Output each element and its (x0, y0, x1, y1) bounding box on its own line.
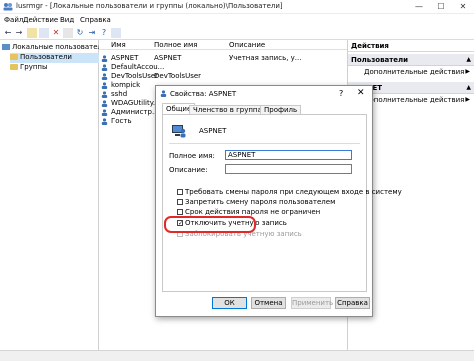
user-name: sshd (111, 90, 128, 98)
folder-up-icon[interactable] (27, 28, 37, 38)
actions-title: Действия (348, 40, 474, 52)
table-row[interactable]: DevToolsUser DevToolsUser (99, 72, 347, 81)
minimize-button[interactable]: — (408, 0, 430, 14)
checkbox-box[interactable] (177, 189, 183, 195)
column-description[interactable]: Описание (229, 41, 265, 49)
user-name: Гость (111, 117, 132, 125)
menu-view[interactable]: Вид (60, 16, 74, 24)
checkbox-label: Запретить смену пароля пользователем (185, 198, 336, 206)
user-icon (101, 55, 108, 62)
user-name: Администр... (111, 108, 159, 116)
user-name: ASPNET (111, 54, 139, 62)
description-label: Описание: (169, 166, 208, 174)
menu-bar: Файл Действие Вид Справка (0, 14, 474, 26)
tree-root-label: Локальные пользователи и гр (12, 43, 99, 51)
tree-item-groups[interactable]: Группы (10, 63, 99, 73)
user-icon (101, 73, 108, 80)
user-icon (160, 90, 167, 97)
refresh-icon[interactable]: ↻ (75, 28, 85, 38)
table-row[interactable]: DefaultAccou... (99, 63, 347, 72)
forward-icon[interactable]: → (14, 28, 24, 38)
list-header: Имя Полное имя Описание (99, 40, 347, 50)
account-name: ASPNET (199, 127, 227, 135)
menu-help[interactable]: Справка (80, 16, 111, 24)
actions-section-users-label: Пользователи (351, 56, 409, 64)
fullname-label: Полное имя: (169, 152, 215, 160)
user-name: kompick (111, 81, 141, 89)
toolbar: ← → ✕ ↻ ⇥ ? (0, 26, 474, 40)
divider (169, 143, 360, 144)
dialog-title-bar: Свойства: ASPNET ? ✕ (156, 86, 372, 101)
export-icon[interactable]: ⇥ (87, 28, 97, 38)
user-description: Учетная запись, у... (229, 54, 302, 62)
expand-right-icon[interactable]: ▶ (465, 96, 470, 103)
user-icon (101, 64, 108, 71)
tree-item-groups-label: Группы (20, 63, 48, 71)
cancel-button[interactable]: Отмена (251, 297, 286, 309)
user-name: DevToolsUser (111, 72, 159, 80)
user-name: DefaultAccou... (111, 63, 165, 71)
menu-action[interactable]: Действие (23, 16, 58, 24)
checkbox-require-password-change[interactable]: Требовать смены пароля при следующем вхо… (177, 188, 402, 197)
fullname-field[interactable]: ASPNET (225, 150, 352, 160)
user-fullname: DevToolsUser (154, 72, 202, 80)
folder-icon (10, 64, 18, 70)
user-icon (101, 100, 108, 107)
collapse-icon[interactable]: ▲ (466, 82, 471, 94)
user-icon (101, 82, 108, 89)
close-button[interactable]: ✕ (452, 0, 474, 14)
user-icon (101, 118, 108, 125)
checkbox-prevent-password-change[interactable]: Запретить смену пароля пользователем (177, 198, 335, 207)
properties-dialog: Свойства: ASPNET ? ✕ Общие Членство в гр… (155, 85, 402, 317)
column-fullname[interactable]: Полное имя (154, 41, 197, 49)
highlight-ring (164, 216, 256, 233)
title-bar: lusrmgr - [Локальные пользователи и груп… (0, 0, 474, 14)
folder-icon (10, 54, 18, 60)
delete-icon[interactable]: ✕ (51, 28, 61, 38)
expand-right-icon[interactable]: ▶ (465, 68, 470, 75)
tree-item-users[interactable]: Пользователи (10, 53, 99, 63)
user-icon (101, 109, 108, 116)
ok-button[interactable]: ОК (212, 297, 247, 309)
dialog-help-text-button[interactable]: Справка (335, 297, 370, 309)
actions-section-users[interactable]: Пользователи ▲ (348, 54, 474, 66)
maximize-button[interactable]: ☐ (430, 0, 452, 14)
checkbox-label: Требовать смены пароля при следующем вхо… (185, 188, 402, 196)
dialog-help-button[interactable]: ? (339, 89, 343, 98)
checkbox-box[interactable] (177, 199, 183, 205)
back-icon[interactable]: ← (3, 28, 13, 38)
general-tab-pane: ASPNET Полное имя: ASPNET Описание: Треб… (162, 114, 402, 292)
tree-root[interactable]: Локальные пользователи и гр (2, 43, 99, 53)
dialog-title: Свойства: ASPNET (170, 90, 237, 98)
computer-users-icon (2, 44, 10, 50)
action-more-users[interactable]: Дополнительные действия (364, 68, 464, 76)
help-icon[interactable]: ? (99, 28, 109, 38)
show-tree-icon[interactable] (39, 28, 49, 38)
tree-item-users-label: Пользователи (20, 53, 72, 61)
user-fullname: ASPNET (154, 54, 182, 62)
table-row[interactable]: ASPNET ASPNET Учетная запись, у... (99, 54, 347, 63)
checkbox-label: Срок действия пароля не ограничен (185, 208, 321, 216)
checkbox-box[interactable] (177, 209, 183, 215)
description-field[interactable] (225, 164, 352, 174)
status-bar (0, 350, 474, 361)
apply-button[interactable]: Применить (291, 297, 333, 309)
properties-icon[interactable] (63, 28, 73, 38)
user-large-icon (172, 125, 186, 138)
menu-file[interactable]: Файл (4, 16, 23, 24)
column-name[interactable]: Имя (111, 41, 126, 49)
user-icon (101, 91, 108, 98)
tree-pane: Локальные пользователи и гр Пользователи… (0, 40, 99, 350)
console-icon[interactable] (111, 28, 121, 38)
users-app-icon (3, 3, 13, 11)
collapse-icon[interactable]: ▲ (466, 54, 471, 66)
action-more-aspnet[interactable]: Дополнительные действия (364, 96, 464, 104)
window-title: lusrmgr - [Локальные пользователи и груп… (16, 2, 283, 10)
user-name: WDAGUtility... (111, 99, 160, 107)
dialog-close-button[interactable]: ✕ (357, 88, 365, 98)
